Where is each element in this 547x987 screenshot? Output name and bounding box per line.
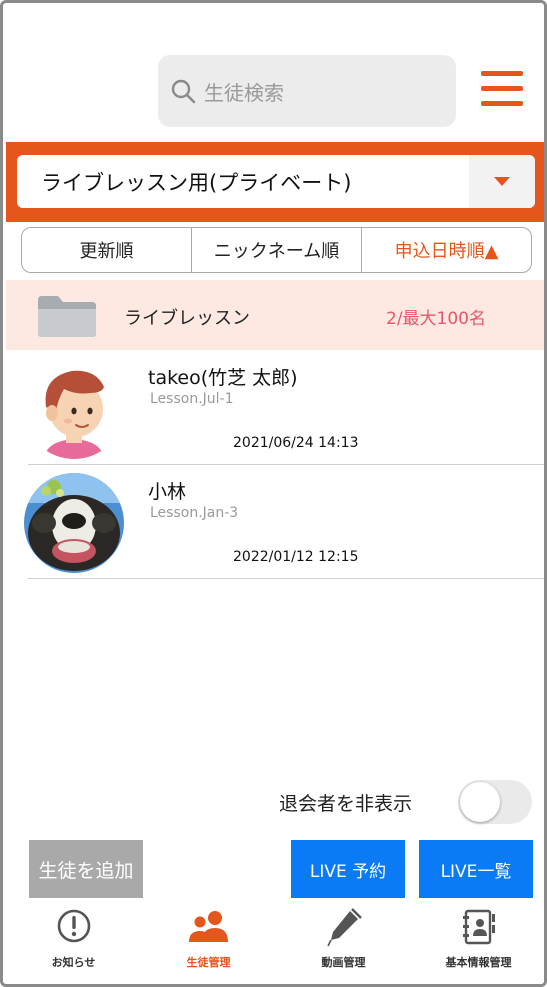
class-select-value: ライブレッスン用(プライベート) xyxy=(41,170,352,195)
live-list-button[interactable]: LIVE一覧 xyxy=(419,840,533,898)
folder-row[interactable]: ライブレッスン 2/最大100名 xyxy=(6,280,544,350)
tab-label: 生徒管理 xyxy=(186,956,231,969)
hamburger-menu-icon[interactable] xyxy=(481,71,523,107)
hide-withdrawn-label: 退会者を非表示 xyxy=(279,793,413,815)
tab-notice[interactable]: お知らせ xyxy=(6,898,141,984)
tab-label: 基本情報管理 xyxy=(445,956,512,969)
folder-name: ライブレッスン xyxy=(124,308,250,329)
search-placeholder: 生徒検索 xyxy=(204,80,284,105)
student-name: takeo(竹芝 太郎) xyxy=(148,367,298,389)
student-row[interactable]: 小林 Lesson.Jan-3 2022/01/12 12:15 xyxy=(6,465,544,579)
live-reservation-button[interactable]: LIVE 予約 xyxy=(291,840,405,898)
add-student-button[interactable]: 生徒を追加 xyxy=(29,840,143,898)
avatar xyxy=(24,359,124,459)
folder-icon xyxy=(38,296,96,337)
student-date: 2022/01/12 12:15 xyxy=(233,549,359,565)
search-icon xyxy=(171,79,196,104)
exclamation-circle-icon xyxy=(57,909,90,943)
student-row[interactable]: takeo(竹芝 太郎) Lesson.Jul-1 2021/06/24 14:… xyxy=(6,351,544,465)
avatar xyxy=(24,473,124,573)
class-select-dropdown[interactable]: ライブレッスン用(プライベート) xyxy=(17,155,535,208)
student-lesson: Lesson.Jan-3 xyxy=(150,505,239,521)
tab-label: 動画管理 xyxy=(321,956,366,969)
tab-label: お知らせ xyxy=(51,956,96,969)
row-divider xyxy=(28,578,544,579)
sort-option-apply-date[interactable]: 申込日時順▲ xyxy=(362,228,531,272)
tab-students[interactable]: 生徒管理 xyxy=(141,898,276,984)
sort-option-updated[interactable]: 更新順 xyxy=(22,228,192,272)
sort-option-nickname[interactable]: ニックネーム順 xyxy=(192,228,362,272)
student-name: 小林 xyxy=(148,481,187,503)
chevron-down-icon[interactable] xyxy=(469,155,535,208)
app-frame: 生徒検索 ライブレッスン用(プライベート) 更新順 ニックネーム順 申込日時順▲… xyxy=(0,0,547,987)
student-date: 2021/06/24 14:13 xyxy=(233,435,359,451)
folder-count: 2/最大100名 xyxy=(386,309,486,329)
tab-videos[interactable]: 動画管理 xyxy=(276,898,411,984)
toggle-knob xyxy=(460,782,500,822)
hide-withdrawn-toggle[interactable] xyxy=(458,780,532,824)
sort-segmented-control: 更新順 ニックネーム順 申込日時順▲ xyxy=(21,227,532,273)
users-icon xyxy=(188,911,228,942)
tab-bar: お知らせ 生徒管理 動画管理 基本情報管理 xyxy=(6,898,544,984)
search-input[interactable]: 生徒検索 xyxy=(158,55,456,127)
pen-icon xyxy=(326,908,362,947)
student-lesson: Lesson.Jul-1 xyxy=(150,391,234,407)
contacts-book-icon xyxy=(462,909,495,945)
tab-basic-info[interactable]: 基本情報管理 xyxy=(411,898,544,984)
